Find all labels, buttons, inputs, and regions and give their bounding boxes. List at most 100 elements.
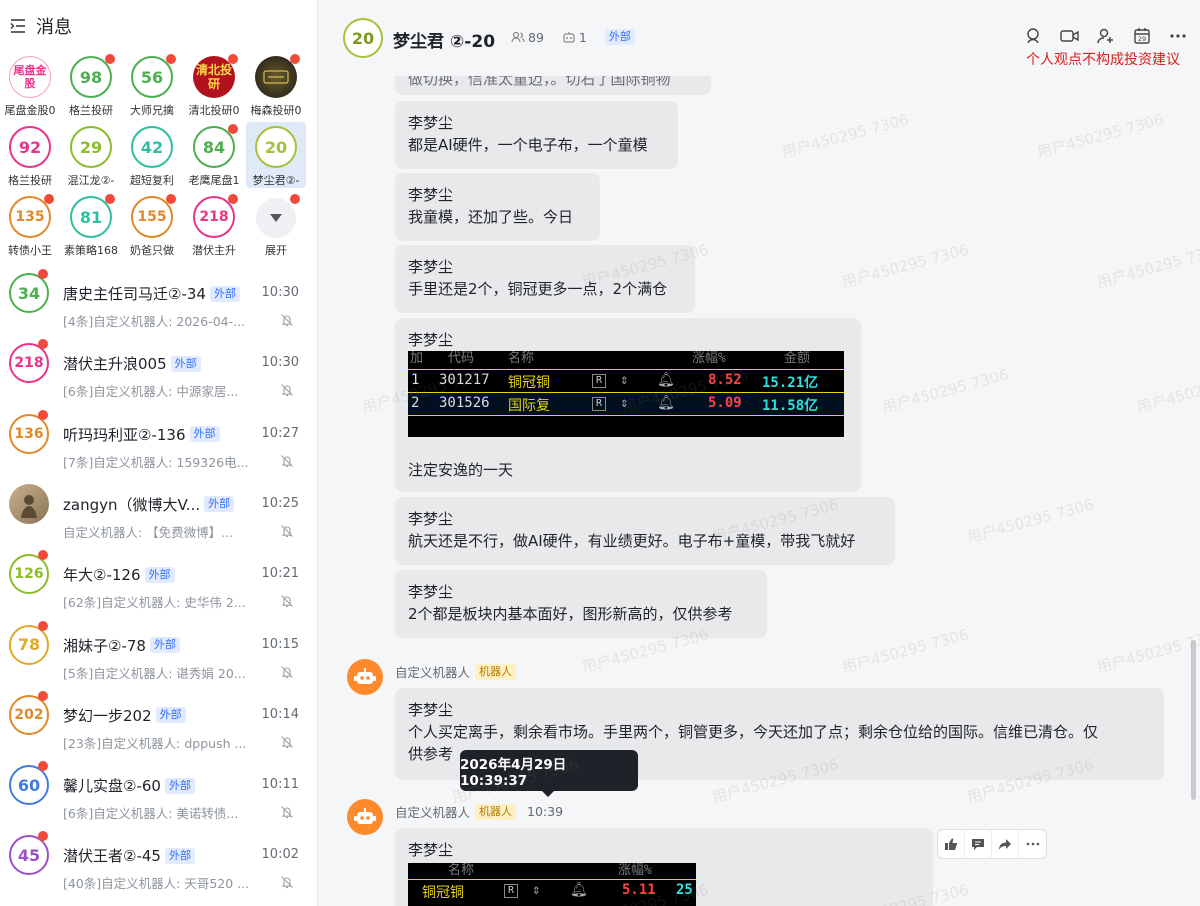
more-icon[interactable] xyxy=(1168,26,1188,46)
chat-avatar[interactable]: 20 xyxy=(343,18,383,58)
external-tag: 外部 xyxy=(604,29,635,45)
mute-bell-icon[interactable] xyxy=(280,664,294,678)
chat-name-row: zangyn（微博大V... 外部 xyxy=(63,494,235,515)
pinned-chat-7[interactable]: 42 超短复利 xyxy=(122,122,182,188)
pinned-chat-label: 格兰投研 xyxy=(8,174,52,187)
message-bubble[interactable]: 李梦尘 手里还是2个，铜冠更多一点，2个满仓 xyxy=(395,245,695,313)
svg-text:29: 29 xyxy=(1138,35,1146,43)
sidebar-title: 消息 xyxy=(36,17,72,38)
pinned-chat-0[interactable]: 尾盘金股 尾盘金股0 xyxy=(0,52,60,118)
bot-count[interactable]: 1 xyxy=(562,30,587,45)
pinned-chat-label: 素策略168 xyxy=(64,244,118,257)
pinned-chat-11[interactable]: 81 素策略168 xyxy=(61,192,121,258)
stock-row-amt: 11.58亿 xyxy=(762,398,819,414)
chat-name-row: 馨儿实盘②-60 外部 xyxy=(63,775,195,796)
message-bubble[interactable]: 李梦尘 2个都是板块内基本面好，图形新高的，仅供参考 xyxy=(395,570,767,638)
chat-list-item[interactable]: 136 听玛玛利亚②-136 外部 10:27 [7条]自定义机器人: 159326电.… xyxy=(0,399,317,470)
chat-header: 20 梦尘君 ②-20 89 1 外部 29 个人观点不构成投资建议 xyxy=(319,0,1200,76)
pinned-chat-2[interactable]: 56 大师兄擒 xyxy=(122,52,182,118)
more-actions-icon[interactable] xyxy=(1019,830,1046,858)
pinned-chat-12[interactable]: 155 奶爸只做 xyxy=(122,192,182,258)
add-member-icon[interactable] xyxy=(1096,26,1116,46)
message-bubble[interactable]: 李梦尘 都是AI硬件，一个电子布，一个童模 xyxy=(395,101,678,169)
pinned-chat-label: 展开 xyxy=(265,244,287,257)
chat-scrollbar[interactable] xyxy=(1191,640,1196,800)
mute-bell-icon[interactable] xyxy=(280,523,294,537)
stock-screenshot-image[interactable]: 加 代码 名称 涨幅% 金额 1 301217 铜冠铜 R ⇕ 🔔︎ 8.52 … xyxy=(408,351,844,437)
message-bubble[interactable]: 李梦尘 我童模，还加了些。今日 xyxy=(395,173,600,241)
mute-bell-icon[interactable] xyxy=(280,734,294,748)
message-bubble[interactable]: 李梦尘 名称 涨幅% 铜冠铜 R ⇕ 🔔︎ 5.11 25 xyxy=(395,828,933,906)
stock-header-name: 名称 xyxy=(508,351,535,366)
pinned-chat-label: 转债小王 xyxy=(8,244,52,257)
chat-list-item[interactable]: 45 潜伏王者②-45 外部 10:02 [40条]自定义机器人: 天哥520 ... xyxy=(0,820,317,891)
stock-row-index: 1 xyxy=(411,372,420,388)
mute-bell-icon[interactable] xyxy=(280,453,294,467)
pinned-chat-14[interactable]: 展开 xyxy=(246,192,306,258)
external-tag: 外部 xyxy=(209,285,240,302)
bell-icon: 🔔︎ xyxy=(657,395,675,411)
calendar-icon[interactable]: 29 xyxy=(1132,26,1152,46)
message-bubble[interactable]: 李梦尘 加 代码 名称 涨幅% 金额 1 301217 铜冠铜 R ⇕ 🔔︎ 8… xyxy=(395,318,861,492)
pinned-chat-4[interactable]: 梅森投研0 xyxy=(246,52,306,118)
video-call-icon[interactable] xyxy=(1060,26,1080,46)
message-time[interactable]: 10:39 xyxy=(527,804,563,819)
chat-name: 梦幻一步202 xyxy=(63,706,152,725)
pinned-chat-9[interactable]: 20 梦尘君②- xyxy=(246,122,306,188)
chat-title[interactable]: 梦尘君 ②-20 xyxy=(393,27,495,52)
mute-bell-icon[interactable] xyxy=(280,874,294,889)
pinned-chat-label: 清北投研0 xyxy=(188,104,240,117)
chat-name-row: 潜伏王者②-45 外部 xyxy=(63,845,195,866)
search-chat-icon[interactable] xyxy=(1024,26,1044,46)
message-sender: 李梦尘 xyxy=(408,701,454,719)
pinned-chat-3[interactable]: 清北投研 清北投研0 xyxy=(184,52,244,118)
unread-dot xyxy=(105,54,115,64)
bot-name[interactable]: 自定义机器人 xyxy=(395,662,470,681)
message-bubble[interactable]: 做切换，信准太童迈，。切右了国际铜物 xyxy=(395,76,711,95)
pinned-chat-13[interactable]: 218 潜伏主升 xyxy=(184,192,244,258)
pinned-chat-label: 老鹰尾盘1 xyxy=(188,174,240,187)
member-count[interactable]: 89 xyxy=(511,30,544,45)
external-tag: 外部 xyxy=(204,496,235,513)
robot-avatar[interactable] xyxy=(347,659,383,695)
message-list[interactable]: 做切换，信准太童迈，。切右了国际铜物 李梦尘 都是AI硬件，一个电子布，一个童模… xyxy=(319,76,1200,906)
chat-list-item[interactable]: 218 潜伏主升浪005 外部 10:30 [6条]自定义机器人: 中源家居... xyxy=(0,328,317,399)
pinned-chat-5[interactable]: 92 格兰投研 xyxy=(0,122,60,188)
message-text: 航天还是不行，做AI硬件，有业绩更好。电子布+童模，带我飞就好 xyxy=(408,532,856,550)
pinned-chat-label: 梅森投研0 xyxy=(250,104,302,117)
chat-list-item[interactable]: 126 年大②-126 外部 10:21 [62条]自定义机器人: 史华伟 2... xyxy=(0,539,317,611)
chat-list-item[interactable]: 60 馨儿实盘②-60 外部 10:11 [6条]自定义机器人: 美诺转债... xyxy=(0,750,317,821)
mute-bell-icon[interactable] xyxy=(280,382,294,397)
menu-collapse-icon[interactable] xyxy=(8,16,28,36)
stock-row-amt: 15.21亿 xyxy=(762,375,819,391)
stock-row: 铜冠铜 R ⇕ 🔔︎ 5.11 25 xyxy=(422,882,693,901)
stock-header-pct: 涨幅% xyxy=(692,351,726,366)
mute-bell-icon[interactable] xyxy=(280,312,294,327)
chat-preview: [62条]自定义机器人: 史华伟 2... xyxy=(63,595,246,611)
chat-list-item[interactable]: 34 唐史主任司马迁②-34 外部 10:30 [4条]自定义机器人: 2026-04-… xyxy=(0,258,317,329)
stock-row-pct: 8.52 xyxy=(708,372,742,388)
chat-name-row: 听玛玛利亚②-136 外部 xyxy=(63,424,220,445)
chat-list-item[interactable]: 78 湘妹子②-78 外部 10:15 [5条]自定义机器人: 谌秀娟 20... xyxy=(0,610,317,681)
member-count-value: 89 xyxy=(528,29,544,45)
bot-name[interactable]: 自定义机器人 xyxy=(395,802,470,821)
pinned-chat-1[interactable]: 98 格兰投研 xyxy=(61,52,121,118)
message-bubble[interactable]: 李梦尘 航天还是不行，做AI硬件，有业绩更好。电子布+童模，带我飞就好 xyxy=(395,497,895,565)
mute-bell-icon[interactable] xyxy=(280,804,294,819)
pinned-chat-8[interactable]: 84 老鹰尾盘1 xyxy=(184,122,244,188)
stock-screenshot-image[interactable]: 名称 涨幅% 铜冠铜 R ⇕ 🔔︎ 5.11 25 xyxy=(408,863,696,906)
pinned-chat-6[interactable]: 29 混江龙②- xyxy=(61,122,121,188)
thumbs-up-icon[interactable] xyxy=(938,830,965,858)
chat-list-item[interactable]: 202 梦幻一步202 外部 10:14 [23条]自定义机器人: dppush ... xyxy=(0,680,317,751)
pinned-chat-10[interactable]: 135 转债小王 xyxy=(0,192,60,258)
chat-name: 年大②-126 xyxy=(63,566,141,585)
mute-bell-icon[interactable] xyxy=(280,593,294,608)
chat-list-item[interactable]: zangyn（微博大V... 外部 10:25 自定义机器人: 【免费微博】... xyxy=(0,469,317,540)
forward-icon[interactable] xyxy=(992,830,1019,858)
stock-table-header: 加 代码 名称 涨幅% 金额 xyxy=(408,351,844,369)
unread-dot xyxy=(38,269,48,279)
chat-time: 10:25 xyxy=(261,495,299,511)
message-sender: 李梦尘 xyxy=(408,510,454,528)
reply-icon[interactable] xyxy=(965,830,992,858)
robot-avatar[interactable] xyxy=(347,799,383,835)
